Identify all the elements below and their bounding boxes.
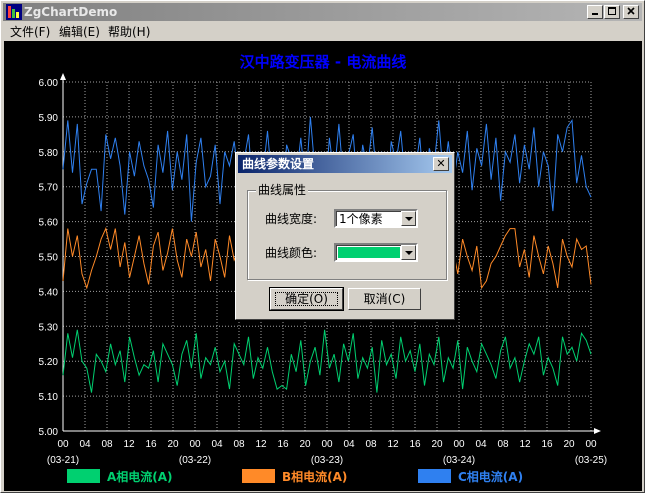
line-color-dropdown-arrow[interactable] — [401, 245, 416, 260]
menu-bar: 文件(F) 编辑(E) 帮助(H) — [3, 22, 642, 41]
y-tick-label: 5.20 — [39, 357, 59, 368]
x-tick-label: 16 — [145, 439, 157, 450]
title-bar[interactable]: ZgChartDemo — [3, 3, 642, 21]
legend-a-swatch — [67, 469, 100, 483]
x-tick-label: 04 — [79, 439, 91, 450]
chart-title: 汉中路变压器 - 电流曲线 — [240, 53, 407, 71]
line-width-select[interactable]: 1个像素 — [334, 209, 418, 228]
menu-edit[interactable]: 编辑(E) — [59, 25, 100, 39]
y-tick-label: 5.60 — [39, 218, 59, 229]
close-button[interactable] — [623, 5, 639, 19]
y-axis-arrow — [60, 73, 66, 80]
curve-settings-dialog: 曲线参数设置 ✕ 曲线属性 曲线宽度: 1个像素 曲线颜色: 确定(O) 取消(… — [235, 152, 455, 320]
x-tick-label: 04 — [475, 439, 487, 450]
close-icon: ✕ — [436, 157, 446, 170]
group-label: 曲线属性 — [256, 183, 309, 197]
x-tick-label: 12 — [123, 439, 135, 450]
line-width-label: 曲线宽度: — [265, 212, 318, 226]
dialog-close-button[interactable]: ✕ — [433, 157, 449, 171]
menu-file[interactable]: 文件(F) — [10, 25, 50, 39]
y-tick-label: 5.50 — [39, 253, 59, 264]
x-tick-label: 20 — [167, 439, 179, 450]
menu-help[interactable]: 帮助(H) — [108, 25, 150, 39]
legend-b-label: B相电流(A) — [282, 469, 347, 484]
x-tick-label: 20 — [299, 439, 311, 450]
y-tick-label: 5.40 — [39, 287, 59, 298]
x-tick-label: 20 — [563, 439, 575, 450]
line-width-dropdown-arrow[interactable] — [401, 211, 416, 226]
maximize-button[interactable] — [604, 5, 620, 19]
x-date-label: (03-25) — [575, 455, 607, 466]
y-tick-label: 6.00 — [39, 78, 59, 89]
x-tick-label: 12 — [387, 439, 399, 450]
x-tick-label: 00 — [585, 439, 597, 450]
x-date-label: (03-21) — [47, 455, 79, 466]
y-tick-label: 5.10 — [39, 392, 59, 403]
y-tick-label: 5.00 — [39, 427, 59, 438]
x-tick-label: 00 — [321, 439, 333, 450]
legend-c-label: C相电流(A) — [458, 469, 523, 484]
legend-c-swatch — [418, 469, 451, 483]
x-tick-label: 16 — [409, 439, 421, 450]
x-tick-label: 04 — [343, 439, 355, 450]
x-axis-arrow — [594, 428, 601, 434]
y-tick-label: 5.90 — [39, 113, 59, 124]
legend-b-swatch — [242, 469, 275, 483]
y-tick-label: 5.80 — [39, 148, 59, 159]
maximize-icon — [608, 7, 616, 15]
ok-button[interactable]: 确定(O) — [269, 287, 344, 311]
x-tick-label: 00 — [189, 439, 201, 450]
cancel-button[interactable]: 取消(C) — [348, 288, 421, 310]
cancel-button-label: 取消(C) — [363, 292, 406, 306]
x-tick-label: 00 — [453, 439, 465, 450]
legend-a-label: A相电流(A) — [107, 469, 173, 484]
line-color-select[interactable] — [334, 243, 418, 262]
minimize-icon — [592, 13, 598, 15]
x-date-label: (03-23) — [311, 455, 343, 466]
y-tick-label: 5.30 — [39, 322, 59, 333]
line-color-label: 曲线颜色: — [265, 246, 318, 260]
app-window: ZgChartDemo 文件(F) 编辑(E) 帮助(H) 汉中路变压器 - 电… — [0, 0, 645, 493]
x-date-label: (03-22) — [179, 455, 211, 466]
x-tick-label: 20 — [431, 439, 443, 450]
y-tick-label: 5.70 — [39, 183, 59, 194]
x-tick-label: 16 — [541, 439, 553, 450]
x-tick-label: 08 — [365, 439, 377, 450]
x-tick-label: 12 — [519, 439, 531, 450]
color-swatch — [338, 247, 400, 258]
x-tick-label: 08 — [101, 439, 113, 450]
x-tick-label: 00 — [57, 439, 69, 450]
x-tick-label: 12 — [255, 439, 267, 450]
x-tick-label: 16 — [277, 439, 289, 450]
app-icon — [6, 4, 22, 20]
x-tick-label: 08 — [233, 439, 245, 450]
focus-rect — [275, 292, 338, 306]
window-title: ZgChartDemo — [24, 5, 118, 19]
x-date-label: (03-24) — [443, 455, 475, 466]
x-tick-label: 08 — [497, 439, 509, 450]
curve-properties-group: 曲线属性 曲线宽度: 1个像素 曲线颜色: — [247, 183, 447, 280]
dialog-title: 曲线参数设置 — [242, 157, 315, 171]
minimize-button[interactable] — [587, 5, 603, 19]
line-width-value: 1个像素 — [339, 212, 383, 226]
dialog-title-bar[interactable]: 曲线参数设置 ✕ — [238, 155, 452, 173]
x-tick-label: 04 — [211, 439, 223, 450]
close-icon — [627, 7, 635, 15]
